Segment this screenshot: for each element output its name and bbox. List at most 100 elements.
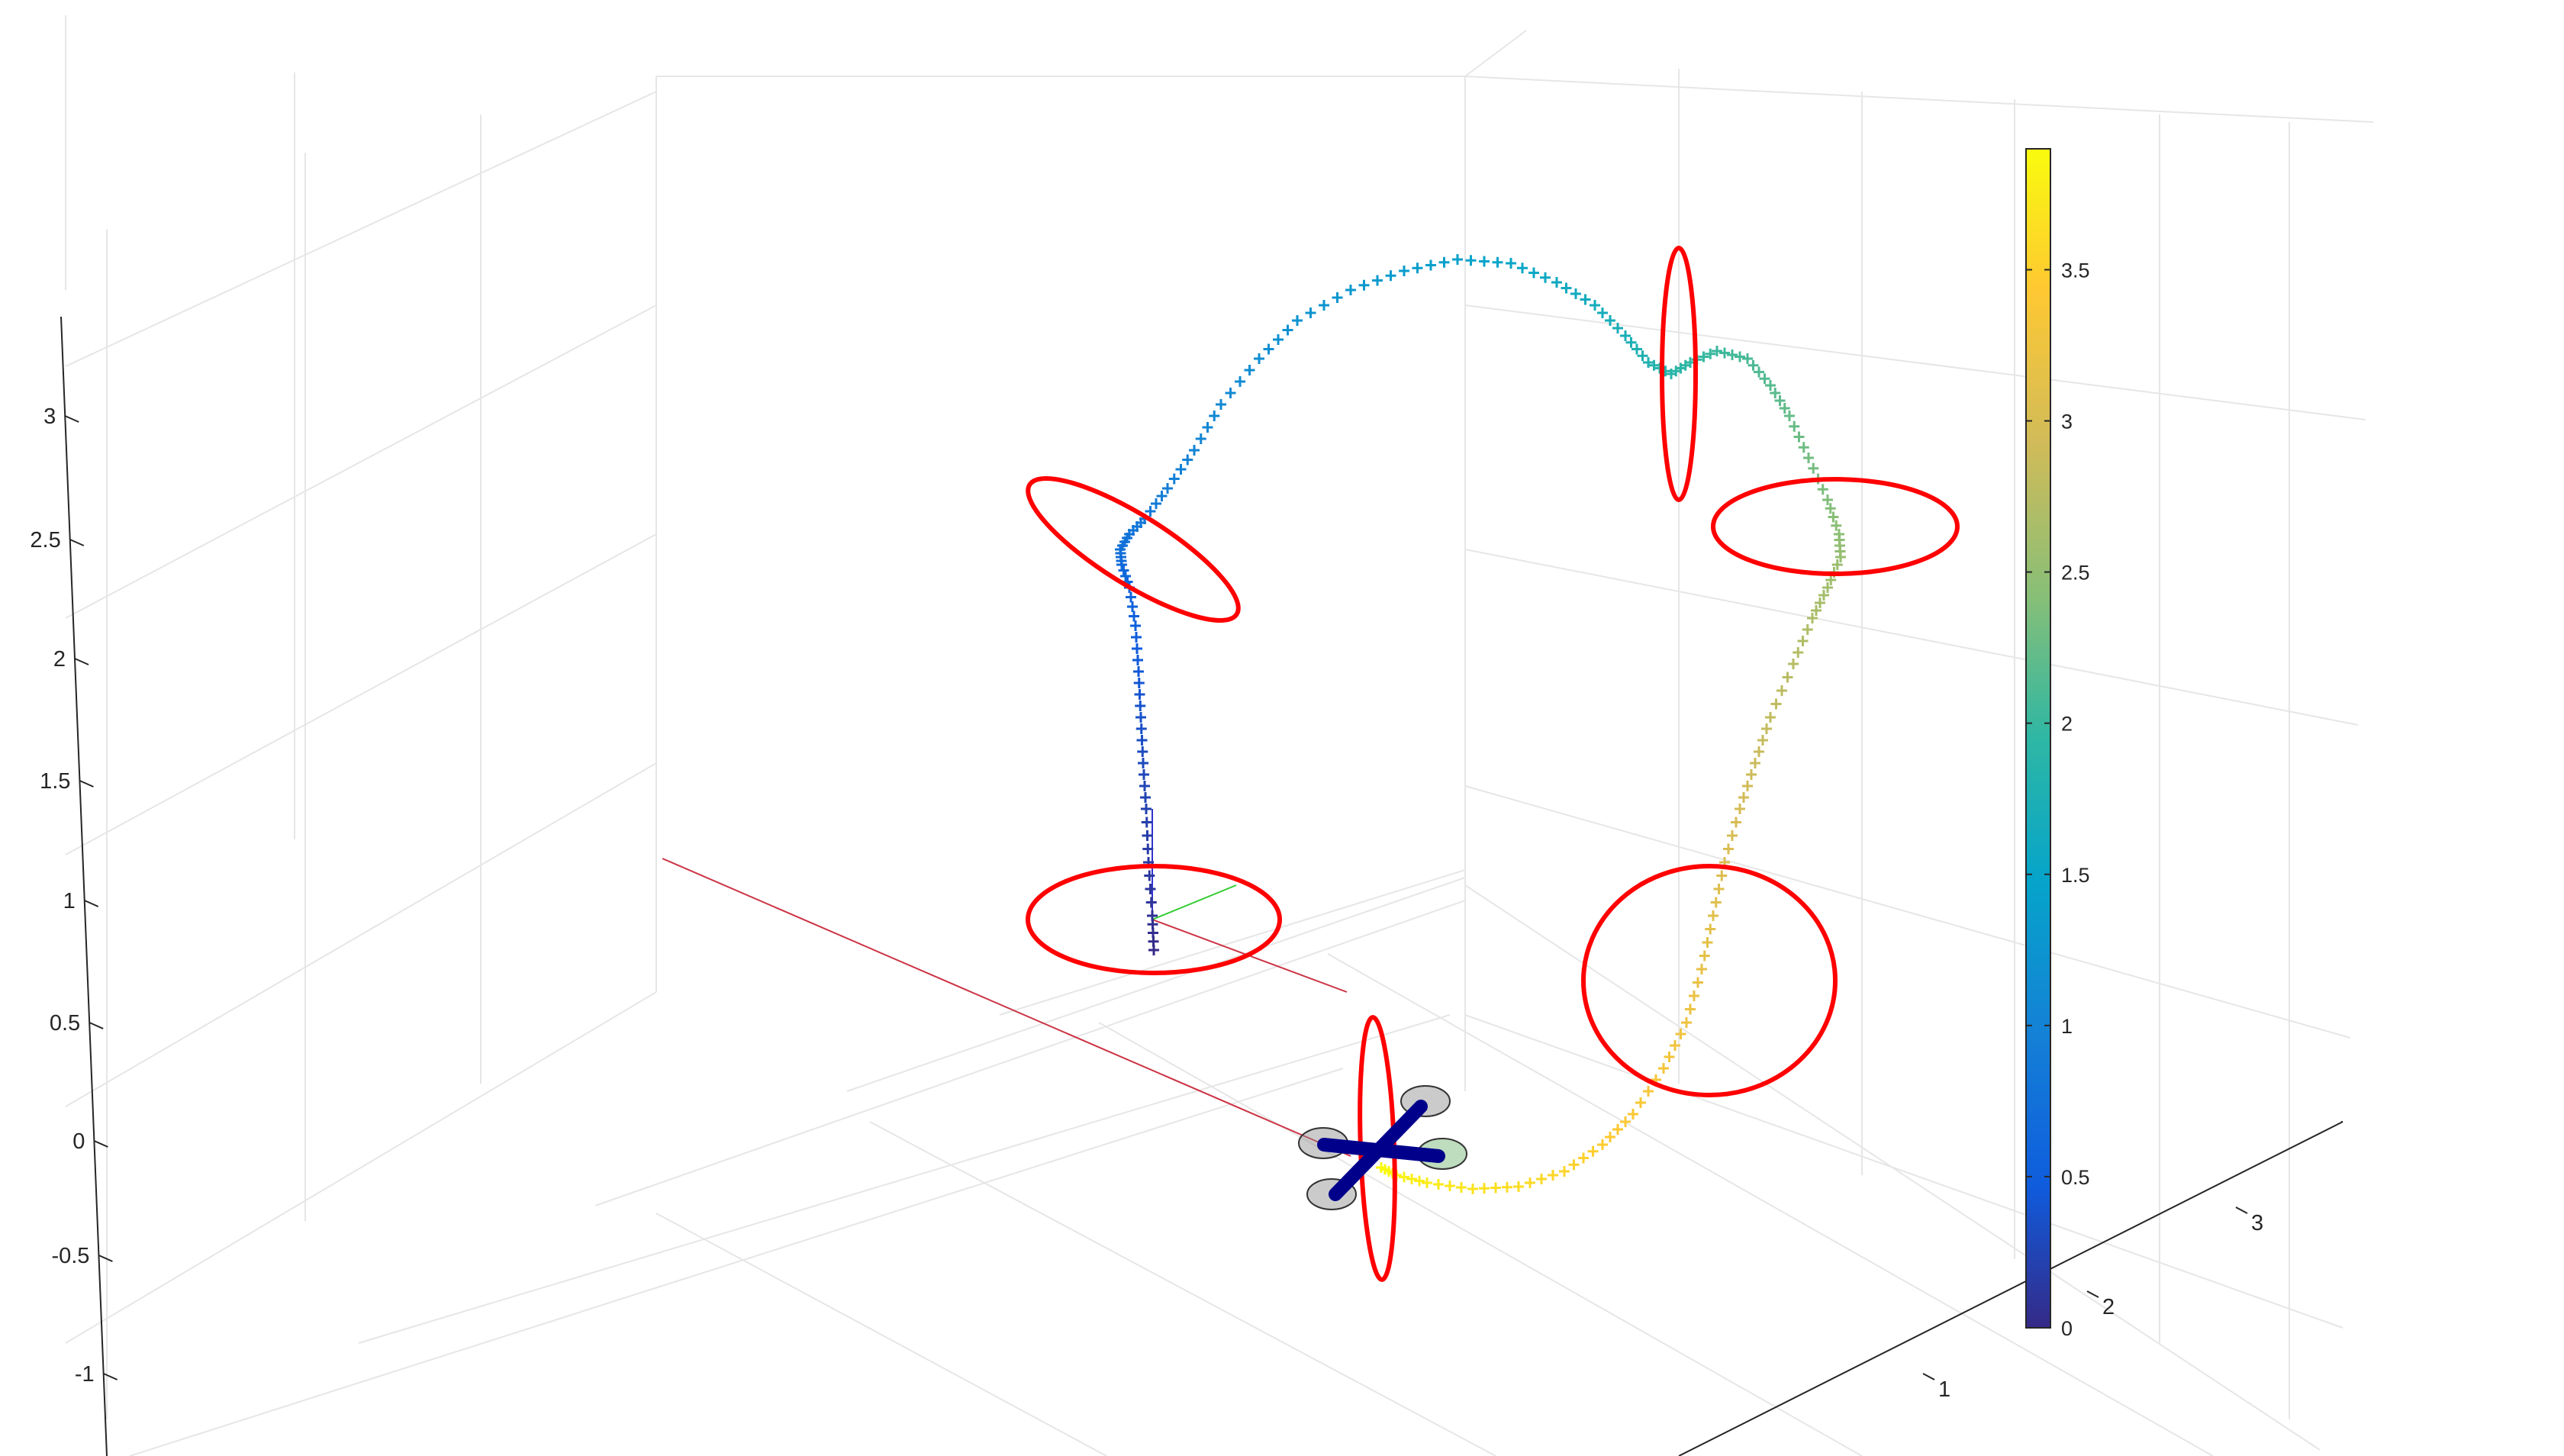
trajectory-point [1142, 830, 1153, 841]
trajectory-point [1731, 817, 1741, 828]
trajectory-point [1699, 950, 1710, 962]
trajectory-point [1705, 923, 1716, 935]
trajectory-point [1134, 689, 1145, 700]
trajectory-point [1263, 343, 1274, 355]
trajectory-point [1372, 275, 1383, 286]
trajectory-point [1479, 256, 1490, 267]
z-tick-label: -0.5 [51, 1244, 89, 1268]
colorbar-tick-label: 3 [2061, 411, 2073, 433]
x-tick [1922, 1373, 1935, 1380]
trajectory-point [1305, 308, 1316, 318]
trajectory-point [1761, 723, 1772, 734]
trajectory-point [1147, 910, 1158, 921]
trajectory-point [1793, 431, 1805, 443]
trajectory-point [1292, 315, 1303, 326]
grid-line [1464, 304, 2366, 420]
z-tick [69, 539, 85, 546]
trajectory-point [1789, 420, 1800, 432]
trajectory-point [1742, 781, 1753, 791]
trajectory-point [1465, 255, 1477, 266]
trajectory-point [1151, 498, 1161, 509]
trajectory-point [1139, 781, 1150, 791]
trajectory [1115, 254, 1846, 1194]
trajectory-point [1425, 259, 1436, 271]
trajectory-point [1708, 910, 1718, 921]
trajectory-point [1685, 1003, 1696, 1015]
trajectory-point [1127, 601, 1138, 612]
trajectory-point [1135, 712, 1146, 723]
trajectory-point [1754, 366, 1764, 378]
trajectory-point [1757, 735, 1768, 746]
grid-line [1464, 785, 2351, 1039]
grid-line [65, 304, 657, 619]
trajectory-point [1225, 388, 1236, 398]
trajectory-point [1456, 1182, 1467, 1193]
trajectory-point [1580, 294, 1591, 305]
x-tick [2235, 1206, 2248, 1214]
grid-line [65, 533, 657, 855]
trajectory-point [1399, 266, 1409, 276]
trajectory-point [1710, 897, 1722, 908]
z-tick [89, 1022, 104, 1029]
trajectory-point [1689, 991, 1699, 1001]
trajectory-point [1631, 343, 1642, 355]
trajectory-point [1273, 334, 1284, 345]
z-tick [98, 1255, 113, 1262]
z-tick-label: 3 [43, 404, 56, 429]
trajectory-point [1754, 746, 1764, 757]
grid-line [1464, 30, 1527, 77]
trajectory-point [1798, 442, 1809, 453]
trajectory-point [1168, 473, 1180, 485]
trajectory-point [1120, 571, 1131, 581]
trajectory-point [1209, 411, 1220, 421]
z-tick [64, 415, 79, 423]
reference-x-axis [662, 858, 1351, 1157]
trajectory-point [1502, 1181, 1512, 1193]
z-tick-label: 1.5 [40, 769, 70, 794]
trajectory-point [1605, 1132, 1615, 1142]
trajectory-point [1332, 292, 1343, 303]
grid-line [1464, 76, 2374, 123]
reference-y-axis [1152, 884, 1237, 920]
trajectory-point [1597, 308, 1608, 318]
z-axis-line [60, 316, 108, 1456]
trajectory-point [1716, 870, 1728, 881]
z-tick-label: 0.5 [50, 1011, 80, 1036]
trajectory-point [1139, 769, 1149, 780]
grid-line [1464, 549, 2359, 726]
trajectory-point [1131, 632, 1142, 643]
trajectory-point [1144, 870, 1155, 881]
trajectory-point [1561, 282, 1572, 294]
x-tick-label: 1 [1938, 1377, 1950, 1402]
gates [1026, 246, 1960, 1282]
trajectory-point [1658, 1063, 1669, 1074]
z-axis: 3 2.5 2 1.5 1 0.5 0 -0.5 -1 1 2 3 [30, 316, 2263, 1456]
grid-line [999, 869, 1466, 1016]
trajectory-point [1525, 1177, 1535, 1188]
trajectory-point [1568, 1159, 1580, 1171]
grid-line [65, 762, 657, 1107]
trajectory-point [1727, 830, 1738, 841]
trajectory-point [1126, 591, 1136, 603]
x-axis-line [1678, 1121, 2343, 1456]
trajectory-point [1406, 1174, 1417, 1184]
trajectory-point [1492, 256, 1503, 268]
trajectory-point [1135, 701, 1146, 711]
trajectory-point [1746, 769, 1757, 780]
trajectory-point [1808, 462, 1819, 474]
trajectory-point [1433, 1179, 1444, 1190]
trajectory-point [1696, 964, 1707, 974]
reference-axes [662, 809, 1351, 1157]
trajectory-point [1438, 256, 1450, 268]
trajectory-point [1548, 1170, 1558, 1181]
trajectory-point [1664, 1052, 1675, 1062]
trajectory-point [1513, 1181, 1524, 1192]
trajectory-point [1182, 454, 1193, 465]
trajectory-point [1735, 804, 1745, 814]
trajectory-point [1540, 272, 1551, 283]
trajectory-point [1162, 483, 1173, 494]
trajectory-point [1156, 491, 1168, 501]
trajectory-point [1129, 610, 1139, 622]
trajectory-point [1133, 666, 1144, 677]
trajectory-point [1738, 792, 1749, 803]
